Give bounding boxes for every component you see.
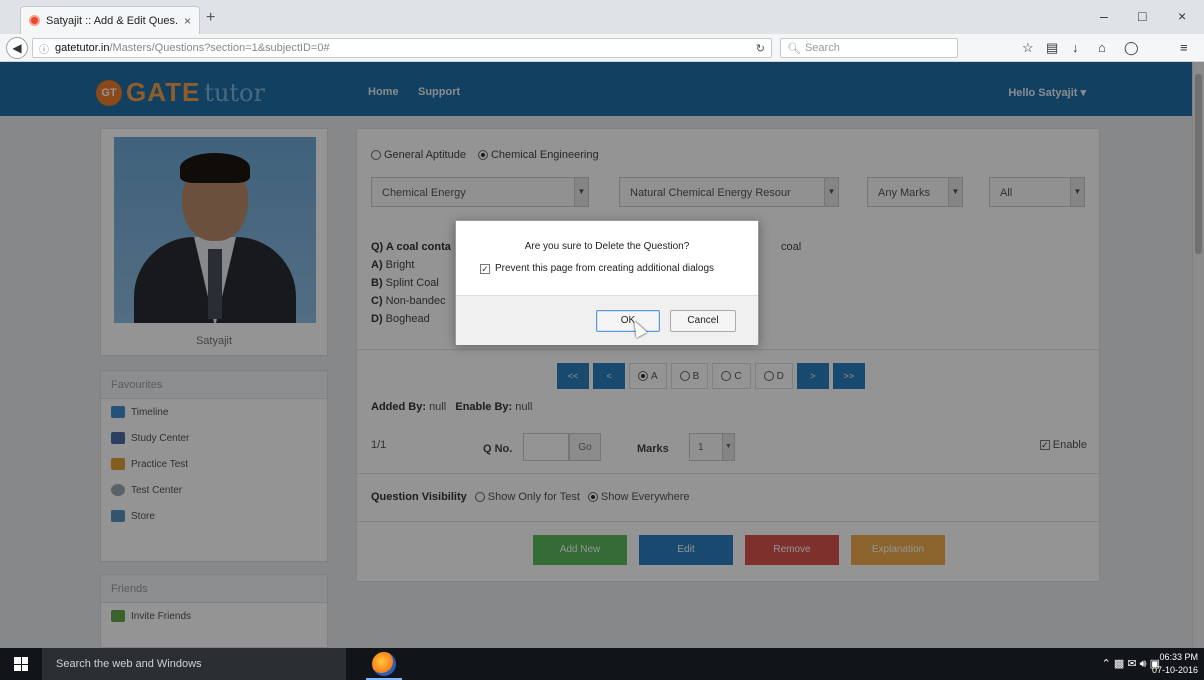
new-tab-button[interactable]: + bbox=[206, 9, 215, 27]
pocket-icon[interactable]: ◯ bbox=[1124, 40, 1139, 56]
firefox-icon[interactable] bbox=[372, 652, 396, 676]
ok-button[interactable]: OK bbox=[596, 310, 660, 332]
browser-nav-bar: ◀ ⓘ gatetutor.in /Masters/Questions?sect… bbox=[0, 34, 1204, 62]
clock-date: 07-10-2016 bbox=[1151, 665, 1198, 675]
browser-tab[interactable]: Satyajit :: Add & Edit Ques... × bbox=[20, 6, 200, 34]
minimize-button[interactable]: – bbox=[1100, 8, 1108, 24]
url-bar[interactable]: ⓘ gatetutor.in /Masters/Questions?sectio… bbox=[32, 38, 772, 58]
search-icon: 🔍︎ bbox=[787, 42, 801, 55]
cancel-button[interactable]: Cancel bbox=[670, 310, 736, 332]
tab-title: Satyajit :: Add & Edit Ques... bbox=[46, 14, 178, 27]
clock-time: 06:33 PM bbox=[1159, 652, 1198, 662]
start-button[interactable] bbox=[0, 648, 42, 680]
reading-list-icon[interactable]: ▤ bbox=[1046, 40, 1058, 56]
site-favicon-icon bbox=[29, 15, 40, 26]
prevent-dialogs-checkbox[interactable]: ✓ Prevent this page from creating additi… bbox=[480, 263, 714, 274]
checkbox-icon[interactable]: ✓ bbox=[480, 263, 490, 274]
browser-search-input[interactable]: 🔍︎ Search bbox=[780, 38, 958, 58]
url-host: gatetutor.in bbox=[55, 42, 110, 54]
download-icon[interactable]: ↓ bbox=[1072, 40, 1079, 55]
prevent-dialogs-label: Prevent this page from creating addition… bbox=[495, 263, 715, 274]
tab-close-icon[interactable]: × bbox=[184, 14, 191, 28]
home-icon[interactable]: ⌂ bbox=[1098, 40, 1106, 55]
reload-icon[interactable]: ↻ bbox=[756, 42, 765, 55]
taskbar-search-input[interactable]: Search the web and Windows bbox=[42, 648, 346, 680]
window-close-button[interactable]: × bbox=[1178, 8, 1186, 24]
dialog-footer: OK Cancel bbox=[456, 295, 758, 345]
maximize-button[interactable]: □ bbox=[1138, 8, 1146, 24]
taskbar-clock[interactable]: 06:33 PM 07-10-2016 bbox=[1152, 651, 1198, 677]
bookmark-star-icon[interactable]: ☆ bbox=[1022, 40, 1034, 56]
windows-taskbar: Search the web and Windows ⌃ ▩ ✉ 🔊︎ ▣ 06… bbox=[0, 648, 1204, 680]
menu-icon[interactable]: ≡ bbox=[1180, 40, 1188, 55]
info-icon[interactable]: ⓘ bbox=[39, 41, 49, 56]
back-arrow-icon[interactable]: ◀ bbox=[6, 37, 28, 59]
search-placeholder: Search bbox=[804, 42, 840, 54]
confirm-dialog: Are you sure to Delete the Question? ✓ P… bbox=[455, 220, 759, 345]
url-path: /Masters/Questions?section=1&subjectID=0… bbox=[109, 42, 330, 54]
browser-tab-bar: Satyajit :: Add & Edit Ques... × + – □ × bbox=[0, 0, 1204, 34]
windows-logo-icon bbox=[14, 657, 28, 671]
modal-overlay bbox=[0, 62, 1204, 648]
dialog-message: Are you sure to Delete the Question? bbox=[524, 241, 690, 252]
